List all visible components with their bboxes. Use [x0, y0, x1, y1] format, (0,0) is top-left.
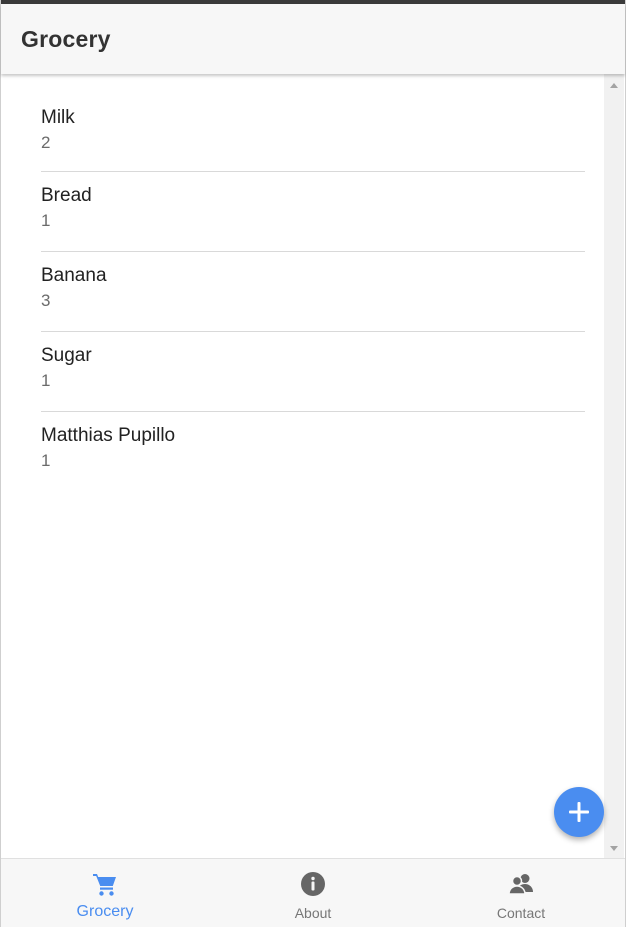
tab-contact-label: Contact: [496, 905, 546, 921]
app-header: Grocery: [1, 4, 625, 74]
tab-about-label: About: [294, 905, 332, 921]
list-item[interactable]: Banana 3: [41, 252, 585, 332]
scroll-up-icon[interactable]: [610, 83, 618, 88]
item-quantity: 1: [41, 371, 51, 390]
vertical-scrollbar[interactable]: [604, 74, 624, 858]
scroll-down-icon[interactable]: [610, 846, 618, 851]
app-window: Grocery Milk 2 Bread 1 Banana 3 Sugar 1 …: [0, 0, 626, 927]
grocery-list: Milk 2 Bread 1 Banana 3 Sugar 1 Matthias…: [1, 74, 605, 492]
item-quantity: 2: [41, 133, 51, 152]
contacts-icon: [508, 874, 533, 895]
list-item[interactable]: Milk 2: [41, 74, 585, 172]
cart-icon: [93, 874, 116, 896]
item-quantity: 1: [41, 211, 51, 230]
item-quantity: 3: [41, 291, 51, 310]
list-item[interactable]: Bread 1: [41, 172, 585, 252]
tab-contact[interactable]: Contact: [417, 859, 625, 927]
grocery-list-container[interactable]: Milk 2 Bread 1 Banana 3 Sugar 1 Matthias…: [1, 74, 605, 857]
page-title: Grocery: [21, 26, 111, 52]
item-name: Matthias Pupillo: [41, 425, 176, 446]
plus-icon: [569, 802, 589, 822]
add-item-button[interactable]: [554, 787, 604, 837]
item-name: Bread: [41, 185, 92, 206]
bottom-navigation: Grocery About Contact: [1, 858, 625, 927]
tab-grocery[interactable]: Grocery: [1, 859, 209, 927]
list-item[interactable]: Matthias Pupillo 1: [41, 412, 585, 492]
item-quantity: 1: [41, 451, 51, 470]
tab-grocery-label: Grocery: [76, 903, 134, 920]
info-icon: [301, 872, 325, 896]
item-name: Sugar: [41, 345, 92, 366]
item-name: Milk: [41, 107, 75, 128]
list-item[interactable]: Sugar 1: [41, 332, 585, 412]
tab-about[interactable]: About: [209, 859, 417, 927]
item-name: Banana: [41, 265, 107, 286]
